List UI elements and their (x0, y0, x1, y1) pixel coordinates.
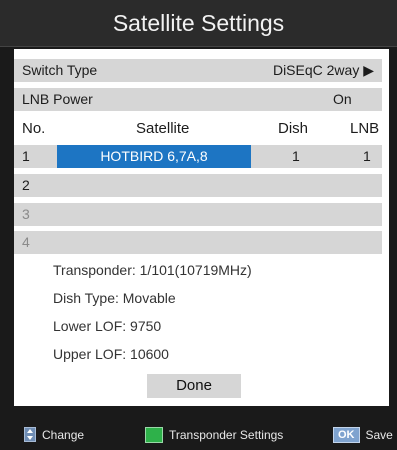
table-header: No. Satellite Dish LNB (14, 117, 382, 140)
lower-lof-info: Lower LOF: 9750 (53, 318, 162, 334)
save-label: Save (365, 428, 393, 442)
footer-hint-bar: Change Transponder Settings OK Save (0, 418, 397, 450)
lnb-value: 1 (363, 148, 371, 164)
col-dish-header: Dish (278, 120, 309, 137)
right-arrow-icon[interactable]: ▶ (363, 62, 374, 78)
switch-type-row[interactable]: Switch Type DiSEqC 2way ▶ (14, 59, 382, 82)
dish-type-info: Dish Type: Movable (53, 290, 176, 306)
done-button[interactable]: Done (147, 374, 241, 398)
dish-value: 1 (292, 148, 300, 164)
ok-key-icon: OK (333, 427, 360, 443)
row-number: 4 (22, 234, 30, 250)
transponder-settings-label: Transponder Settings (169, 428, 284, 442)
table-row: 3 (14, 203, 382, 226)
row-number: 3 (22, 206, 30, 222)
col-lnb-header: LNB (350, 120, 380, 137)
transponder-info: Transponder: 1/101(10719MHz) (53, 262, 252, 278)
col-no-header: No. (22, 120, 46, 137)
switch-type-value: DiSEqC 2way (272, 62, 360, 78)
row-number: 2 (22, 177, 30, 193)
lnb-power-label: LNB Power (22, 91, 93, 107)
table-row[interactable]: 1 HOTBIRD 6,7A,8 1 1 (14, 145, 382, 168)
transponder-settings-hint[interactable]: Transponder Settings (145, 427, 283, 443)
col-satellite-header: Satellite (136, 120, 190, 137)
satellite-name-selected[interactable]: HOTBIRD 6,7A,8 (57, 145, 251, 168)
row-number: 1 (22, 148, 30, 164)
green-key-icon (145, 427, 163, 443)
save-hint[interactable]: OK Save (333, 427, 393, 443)
change-hint: Change (24, 427, 84, 442)
lnb-power-row[interactable]: LNB Power On (14, 88, 382, 111)
switch-type-value-group: DiSEqC 2way ▶ (273, 59, 374, 82)
change-label: Change (42, 427, 85, 442)
upper-lof-info: Upper LOF: 10600 (53, 346, 169, 362)
up-down-arrow-icon (24, 427, 36, 442)
lnb-power-value: On (333, 91, 352, 107)
table-row[interactable]: 2 (14, 174, 382, 197)
switch-type-label: Switch Type (22, 62, 98, 78)
page-title: Satellite Settings (0, 0, 397, 47)
table-row: 4 (14, 231, 382, 254)
